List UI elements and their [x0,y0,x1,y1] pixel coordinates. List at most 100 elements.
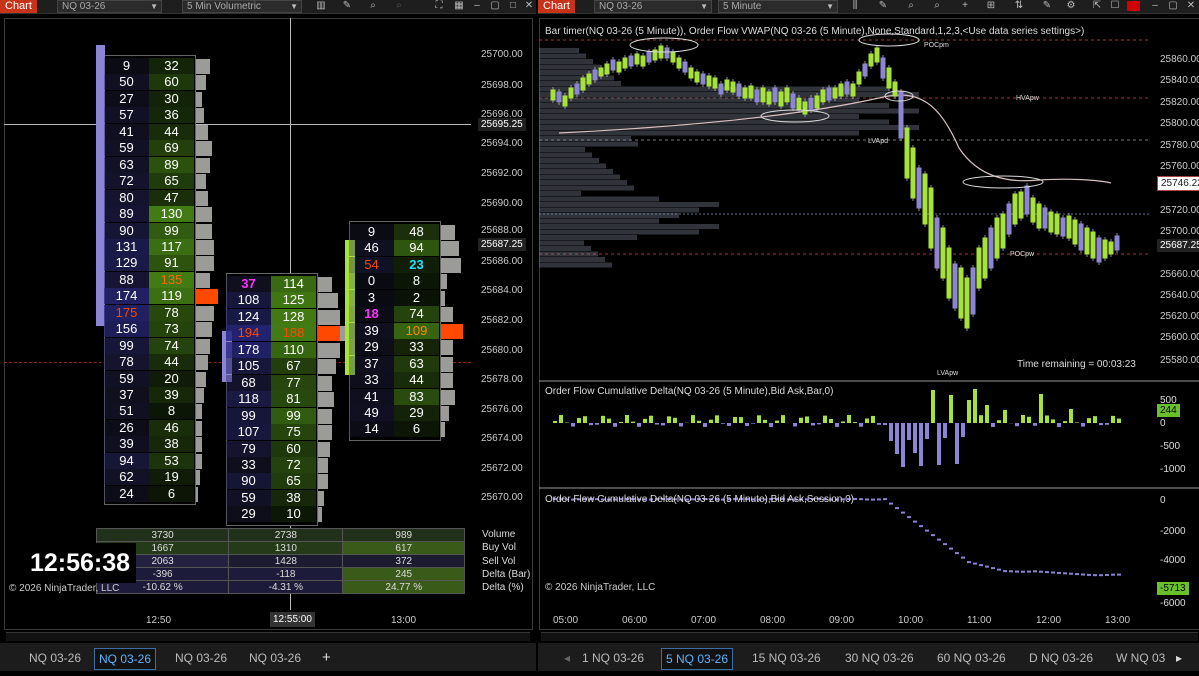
stats-row: -396 -118 245 [95,567,465,581]
sell-volume-cell: 94 [104,452,149,469]
left-chart-tab[interactable]: Chart [0,0,37,13]
fullscreen-icon[interactable]: ⛶ [432,0,446,12]
zoom-in-icon[interactable]: ⌕ [366,0,380,12]
cumulative-delta-step [883,498,887,501]
delta-bar [865,418,869,423]
delta-bar [601,415,605,423]
tab-nq-03-26-1[interactable]: NQ 03-26 [25,648,85,668]
right-instrument-select[interactable]: NQ 03-26 ▼ [594,0,712,13]
strategy-icon[interactable]: ⚙ [1064,0,1078,12]
candle-body [688,67,694,79]
candle-body [820,89,826,103]
volume-profile-bar [196,141,212,157]
price-tick-label: 25684.00 [481,285,523,296]
volume-profile-row [539,169,613,174]
tile-icon[interactable]: ▦ [452,0,466,12]
tab-nq-03-26-4[interactable]: NQ 03-26 [245,648,305,668]
footprint-row: 174 119 [104,288,194,305]
delta-bar [895,423,899,454]
candle-body [1006,203,1012,235]
restore-icon[interactable]: ▢ [488,0,502,12]
buy-volume-cell: 48 [394,224,439,240]
buy-volume-cell: 69 [149,140,194,157]
tab-5-nq-03-26[interactable]: 5 NQ 03-26 [661,648,734,670]
buy-volume-cell: 99 [149,222,194,239]
tab-w-nq-03[interactable]: W NQ 03 [1112,648,1169,668]
candle-body [910,147,916,199]
cumulative-delta-step [973,562,977,565]
tab-30-nq-03-26[interactable]: 30 NQ 03-26 [841,648,918,668]
restore-icon[interactable]: ▢ [1166,0,1180,12]
volume-profile-bar [318,277,332,292]
candlestick-icon[interactable]: ⫼ [848,0,862,12]
footprint-row: 14 6 [349,421,439,438]
sell-volume-cell: 59 [104,370,149,387]
candle-body [580,77,586,91]
close-icon[interactable]: ✕ [1184,0,1198,12]
right-chart-tab[interactable]: Chart [538,0,575,13]
sell-volume-cell: 88 [104,271,149,288]
sell-volume-cell: 54 [349,256,394,273]
zoom-out-icon[interactable]: ⌕ [930,0,944,12]
add-tab-button[interactable]: + [318,648,335,668]
tab-d-nq-03-26[interactable]: D NQ 03-26 [1025,648,1097,668]
level-label-lvapw: LVApw [937,370,959,377]
buy-volume-cell: 29 [394,404,439,421]
close-icon[interactable]: ✕ [522,0,536,12]
zoom-in-icon[interactable]: ⌕ [904,0,918,12]
right-horizontal-scrollbar[interactable] [541,632,1198,641]
sell-volume-cell: 63 [104,156,149,173]
delta-bar [553,421,557,423]
volume-profile-row [539,64,600,70]
tab-nq-03-26-2[interactable]: NQ 03-26 [94,648,157,670]
cursor-icon[interactable]: ⇱ [1090,0,1104,12]
delta-bar [739,417,743,423]
buy-volume-cell: 74 [394,306,439,323]
delta-bar [1027,416,1031,423]
left-instrument-select[interactable]: NQ 03-26 ▼ [57,0,162,13]
draw-tool-icon[interactable]: ✎ [340,0,354,12]
candle-body [718,83,724,95]
tab-scroll-left-icon[interactable]: ◂ [560,648,574,668]
properties-icon[interactable]: ⊞ [984,0,998,12]
crosshair-icon[interactable]: + [958,0,972,12]
bar-chart-icon[interactable]: ▥ [314,0,328,12]
tab-nq-03-26-3[interactable]: NQ 03-26 [171,648,231,668]
maximize-icon[interactable]: □ [506,0,520,12]
left-interval-select[interactable]: 5 Min Volumetric ▼ [182,0,302,13]
marker-ellipse [962,175,1044,189]
tab-60-nq-03-26[interactable]: 60 NQ 03-26 [933,648,1010,668]
minimize-icon[interactable]: – [1148,0,1162,12]
candle-body [874,47,880,63]
candle-body [592,69,598,81]
tab-1-nq-03-26[interactable]: 1 NQ 03-26 [578,648,648,668]
candle-body [1018,191,1024,219]
cumulative-delta-step [865,498,869,501]
volume-profile-row [539,218,659,224]
zoom-out-icon[interactable]: ⌕ [392,0,406,12]
volume-profile-row [539,213,679,218]
edit-icon[interactable]: ✎ [1040,0,1054,12]
draw-tool-icon[interactable]: ✎ [876,0,890,12]
tab-15-nq-03-26[interactable]: 15 NQ 03-26 [748,648,825,668]
record-button[interactable] [1127,1,1140,11]
footprint-row: 90 99 [104,222,194,239]
delta-bar [577,418,581,423]
crosshair-horizontal [4,124,471,125]
volume-profile-bar [441,274,447,290]
tab-scroll-right-icon[interactable]: ▸ [1172,648,1186,668]
sort-icon[interactable]: ⇅ [1012,0,1026,12]
volume-profile-bar [441,422,445,438]
right-interval-select[interactable]: 5 Minute ▼ [718,0,838,13]
delta-bar [991,423,995,427]
candle-body [988,227,994,269]
chart-trader-icon[interactable]: ☐ [1108,0,1122,12]
footprint-row: 33 72 [226,456,316,473]
volume-profile-row [539,174,620,180]
left-horizontal-scrollbar[interactable] [6,632,530,641]
footprint-row: 78 44 [104,354,194,371]
buy-volume-cell: 60 [271,440,316,457]
cumulative-delta-step [919,525,923,528]
sell-volume-cell: 37 [104,387,149,403]
minimize-icon[interactable]: – [470,0,484,12]
